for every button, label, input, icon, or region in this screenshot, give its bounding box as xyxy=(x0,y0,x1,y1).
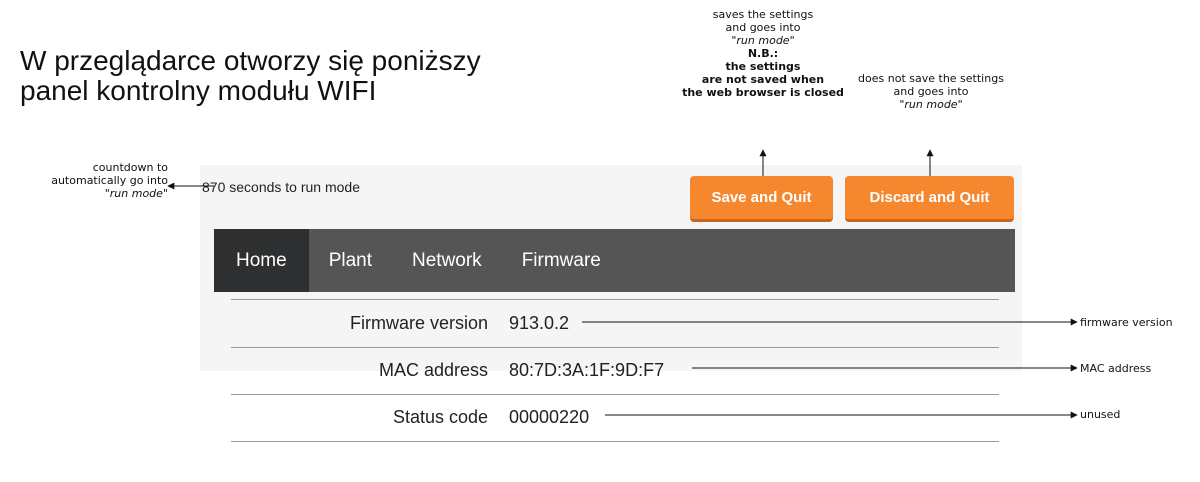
status-code-label: Status code xyxy=(392,407,488,427)
annotation-text: "run mode" xyxy=(731,34,795,47)
annotation-text: and goes into xyxy=(893,85,969,98)
tab-network[interactable]: Network xyxy=(392,229,502,292)
countdown-annotation: countdown to automatically go into "run … xyxy=(0,161,168,200)
firmware-version-label: Firmware version xyxy=(349,313,488,333)
firmware-annotation: firmware version xyxy=(1080,316,1173,329)
heading-line-1: W przeglądarce otworzy się poniższy xyxy=(20,45,481,76)
tab-home[interactable]: Home xyxy=(214,229,309,292)
annotation-text: countdown to xyxy=(92,161,168,174)
annotation-text: "run mode" xyxy=(104,187,168,200)
save-and-quit-button[interactable]: Save and Quit xyxy=(690,176,833,222)
discard-annotation: does not save the settings and goes into… xyxy=(838,72,1024,111)
annotation-text: the settings xyxy=(725,60,801,73)
mac-annotation: MAC address xyxy=(1080,362,1152,375)
navbar: Home Plant Network Firmware xyxy=(214,229,1015,292)
page-heading: W przeglądarce otworzy się poniższy pane… xyxy=(20,46,640,106)
divider xyxy=(231,299,999,300)
countdown-text: 870 seconds to run mode xyxy=(202,179,360,195)
heading-line-2: panel kontrolny modułu WIFI xyxy=(20,75,377,106)
unused-annotation: unused xyxy=(1080,408,1121,421)
annotation-text: "run mode" xyxy=(899,98,963,111)
mac-address-value: 80:7D:3A:1F:9D:F7 xyxy=(509,360,665,380)
status-code-value: 00000220 xyxy=(509,407,590,427)
annotation-text: N.B.: xyxy=(747,47,779,60)
save-annotation: saves the settings and goes into "run mo… xyxy=(660,8,866,99)
divider xyxy=(231,441,999,442)
divider xyxy=(231,394,999,395)
annotation-text: and goes into xyxy=(725,21,801,34)
firmware-version-value: 913.0.2 xyxy=(509,313,570,333)
annotation-text: the web browser is closed xyxy=(682,86,844,99)
tab-plant[interactable]: Plant xyxy=(309,229,392,292)
annotation-text: automatically go into xyxy=(51,174,168,187)
divider xyxy=(231,347,999,348)
annotation-text: does not save the settings xyxy=(858,72,1004,85)
discard-and-quit-button[interactable]: Discard and Quit xyxy=(845,176,1014,222)
annotation-text: saves the settings xyxy=(712,8,814,21)
annotation-text: are not saved when xyxy=(701,73,825,86)
tab-firmware[interactable]: Firmware xyxy=(502,229,621,292)
mac-address-label: MAC address xyxy=(378,360,488,380)
